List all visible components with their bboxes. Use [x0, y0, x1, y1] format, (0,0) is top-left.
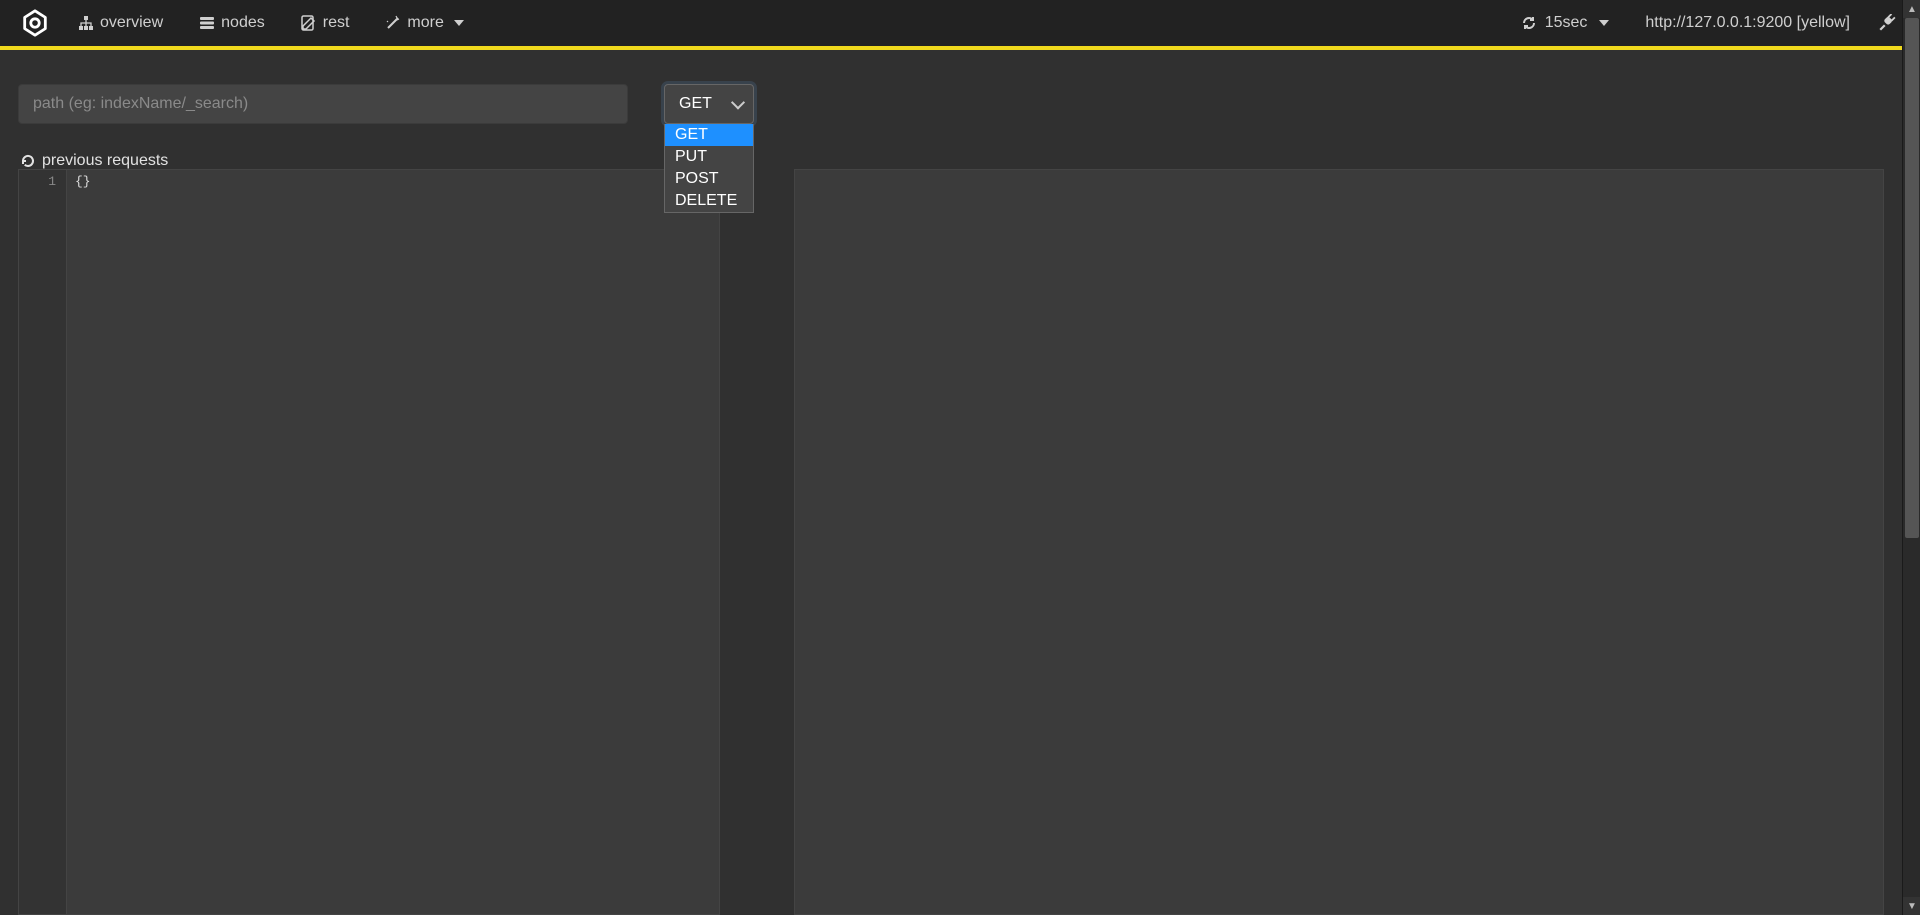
previous-requests-toggle[interactable]: previous requests: [18, 152, 1884, 170]
nav-more-label: more: [407, 14, 443, 32]
http-method-dropdown: GET PUT POST DELETE: [664, 124, 754, 213]
rest-page: GET GET PUT POST DELETE previous request…: [0, 54, 1902, 915]
cluster-host: http://127.0.0.1:9200 [yellow]: [1627, 14, 1868, 32]
server-icon: [199, 15, 215, 31]
request-body-editor[interactable]: 1 {}: [18, 169, 720, 915]
editor-gutter: 1: [19, 170, 67, 914]
window-scrollbar[interactable]: ▲ ▼: [1902, 0, 1920, 915]
refresh-interval-selector[interactable]: 15sec: [1507, 14, 1624, 32]
magic-icon: [385, 15, 401, 31]
nav-overview-label: overview: [100, 14, 163, 32]
history-icon: [20, 153, 36, 169]
http-method-option-get[interactable]: GET: [665, 124, 753, 146]
nav-more[interactable]: more: [367, 0, 481, 47]
http-method-select[interactable]: GET: [664, 84, 754, 124]
scrollbar-thumb[interactable]: [1905, 18, 1919, 538]
logo-icon: [20, 8, 50, 38]
plug-icon: [1878, 14, 1896, 32]
caret-down-icon: [1599, 20, 1609, 26]
nav-overview[interactable]: overview: [60, 0, 181, 47]
http-method-option-put[interactable]: PUT: [665, 146, 753, 168]
edit-icon: [301, 15, 317, 31]
nav-rest[interactable]: rest: [283, 0, 368, 47]
http-method-option-post[interactable]: POST: [665, 168, 753, 190]
nav-rest-label: rest: [323, 14, 350, 32]
method-wrap: GET GET PUT POST DELETE: [664, 84, 754, 124]
http-method-option-delete[interactable]: DELETE: [665, 190, 753, 212]
refresh-icon: [1521, 15, 1537, 31]
previous-requests-label: previous requests: [42, 152, 168, 170]
line-number: 1: [19, 174, 56, 189]
editor-content[interactable]: {}: [67, 170, 719, 914]
nav-nodes-label: nodes: [221, 14, 265, 32]
navbar: overview nodes rest more: [0, 0, 1920, 50]
editor-columns: 1 {}: [18, 169, 1884, 915]
nav-nodes[interactable]: nodes: [181, 0, 283, 47]
path-input[interactable]: [18, 84, 628, 124]
request-top-row: GET GET PUT POST DELETE: [18, 84, 1884, 126]
connect-button[interactable]: [1872, 14, 1902, 32]
caret-down-icon: [454, 20, 464, 26]
nav-right: 15sec http://127.0.0.1:9200 [yellow]: [1507, 14, 1902, 32]
http-method-selected: GET: [679, 95, 712, 113]
response-viewer: [794, 169, 1884, 915]
nav-left: overview nodes rest more: [60, 0, 482, 47]
app-logo: [10, 8, 60, 38]
scrollbar-up-icon[interactable]: ▲: [1903, 0, 1920, 18]
sitemap-icon: [78, 15, 94, 31]
scrollbar-down-icon[interactable]: ▼: [1903, 897, 1920, 915]
refresh-interval-label: 15sec: [1545, 14, 1588, 32]
